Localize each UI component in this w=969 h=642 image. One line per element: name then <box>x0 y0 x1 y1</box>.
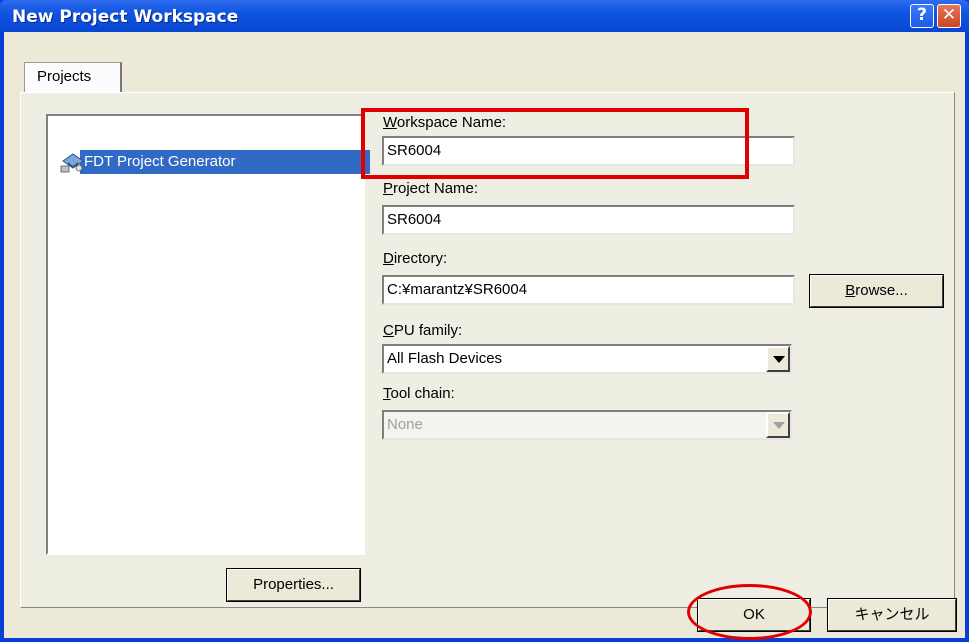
directory-input[interactable]: C:¥marantz¥SR6004 <box>382 275 795 305</box>
project-name-label: Project Name: <box>383 180 479 197</box>
close-button[interactable]: ✕ <box>937 4 961 28</box>
chevron-down-icon[interactable] <box>766 346 790 372</box>
help-button[interactable]: ? <box>910 4 934 28</box>
highlight-rectangle <box>361 108 749 179</box>
browse-button[interactable]: Browse... <box>809 274 944 308</box>
project-name-input[interactable]: SR6004 <box>382 205 795 235</box>
window-title: New Project Workspace <box>12 7 239 27</box>
directory-label: Directory: <box>383 250 448 267</box>
cpu-family-select[interactable]: All Flash Devices <box>382 344 792 374</box>
chevron-down-icon <box>766 412 790 438</box>
tool-chain-label: Tool chain: <box>383 385 455 402</box>
tool-chain-value: None <box>387 416 423 433</box>
project-generator-icon <box>60 153 84 173</box>
title-bar[interactable]: New Project Workspace ? ✕ <box>0 0 969 32</box>
tool-chain-select: None <box>382 410 792 440</box>
cpu-family-label: CPU family: <box>383 322 463 339</box>
project-type-list[interactable]: FDT Project Generator <box>46 114 370 555</box>
tab-projects[interactable]: Projects <box>24 62 122 92</box>
list-item-fdt-project-generator[interactable]: FDT Project Generator <box>60 150 370 174</box>
cpu-family-value: All Flash Devices <box>387 350 503 367</box>
highlight-ellipse <box>687 584 812 640</box>
dialog-window: New Project Workspace ? ✕ Projects FDT P… <box>0 0 969 642</box>
properties-button[interactable]: Properties... <box>226 568 361 602</box>
cancel-button[interactable]: キャンセル <box>827 598 957 632</box>
list-item-label: FDT Project Generator <box>80 150 370 174</box>
